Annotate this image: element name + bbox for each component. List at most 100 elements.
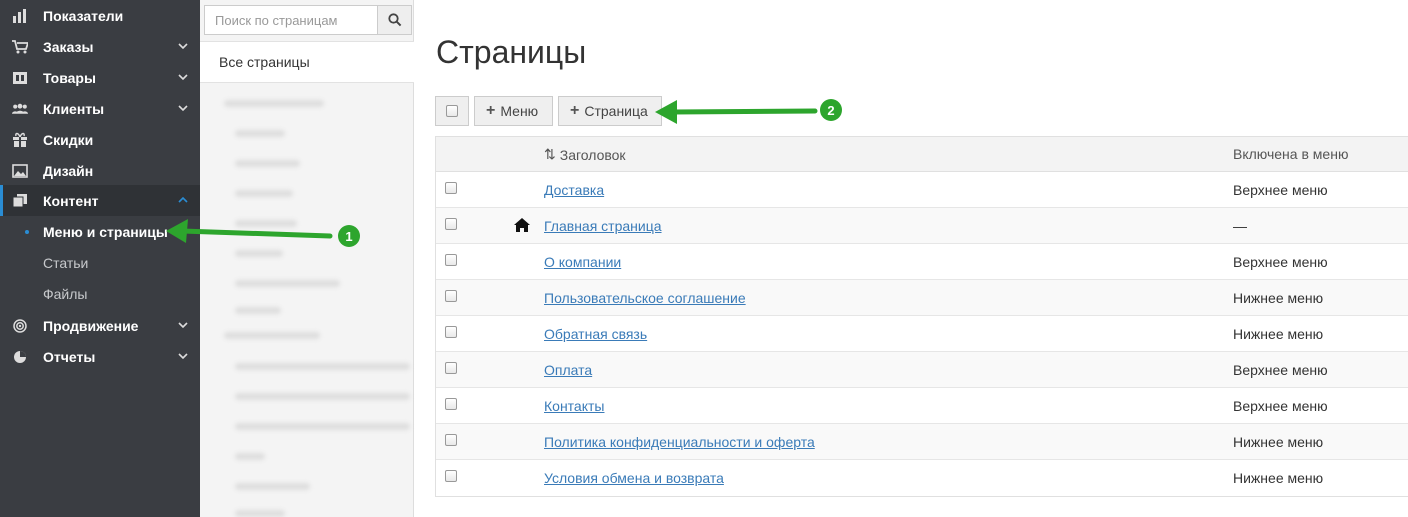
subnav-item-files[interactable]: Файлы <box>0 278 200 309</box>
nav-item-promotion[interactable]: Продвижение <box>0 310 200 341</box>
pages-table: ⇅ Заголовок Включена в меню Доставка Вер… <box>435 136 1408 497</box>
search-button[interactable] <box>378 5 412 35</box>
nav-label: Контент <box>43 192 99 209</box>
page-title: Страницы <box>436 34 587 70</box>
chevron-up-icon <box>178 196 188 203</box>
main-nav: Показатели Заказы Товары Клиенты Скидки … <box>0 0 200 517</box>
nav-item-reports[interactable]: Отчеты <box>0 341 200 372</box>
nav-item-orders[interactable]: Заказы <box>0 31 200 62</box>
nav-label: Дизайн <box>43 162 94 179</box>
subnav-label: Статьи <box>43 254 89 271</box>
page-title-link[interactable]: Контакты <box>544 398 604 414</box>
row-checkbox[interactable] <box>445 182 457 194</box>
page-title-link[interactable]: Доставка <box>544 182 604 198</box>
menu-value: — <box>1233 218 1247 234</box>
nav-item-discounts[interactable]: Скидки <box>0 124 200 155</box>
nav-item-clients[interactable]: Клиенты <box>0 93 200 124</box>
sort-icon: ⇅ <box>544 146 556 162</box>
all-pages-link[interactable]: Все страницы <box>200 41 414 83</box>
plus-icon: + <box>570 102 580 119</box>
table-row: Политика конфиденциальности и оферта Ниж… <box>436 424 1408 460</box>
add-page-button[interactable]: + Страница <box>558 96 662 126</box>
menu-value: Нижнее меню <box>1233 290 1324 306</box>
nav-label: Клиенты <box>43 100 105 117</box>
row-checkbox[interactable] <box>445 434 457 446</box>
row-checkbox[interactable] <box>445 218 457 230</box>
nav-item-products[interactable]: Товары <box>0 62 200 93</box>
page-title-link[interactable]: Условия обмена и возврата <box>544 470 724 486</box>
table-row: Пользовательское соглашение Нижнее меню <box>436 280 1408 316</box>
nav-label: Отчеты <box>43 348 96 365</box>
home-icon <box>514 218 530 232</box>
nav-label: Товары <box>43 69 96 86</box>
gift-icon <box>12 132 28 148</box>
table-row: Условия обмена и возврата Нижнее меню <box>436 460 1408 496</box>
search-input[interactable] <box>204 5 378 35</box>
chevron-down-icon <box>178 322 188 329</box>
chevron-down-icon <box>178 43 188 50</box>
copy-icon <box>12 193 28 209</box>
subnav-label: Файлы <box>43 285 88 302</box>
main-content: Страницы + Меню + Страница ⇅ Заголовок В… <box>415 0 1408 517</box>
target-icon <box>12 318 28 334</box>
pages-sidebar: Все страницы <box>200 0 414 517</box>
row-checkbox[interactable] <box>445 326 457 338</box>
checkbox-icon <box>446 105 458 117</box>
add-menu-label: Меню <box>500 103 539 119</box>
nav-label: Скидки <box>43 131 94 148</box>
active-dot-icon <box>25 230 29 234</box>
page-title-link[interactable]: Главная страница <box>544 218 662 234</box>
row-checkbox[interactable] <box>445 254 457 266</box>
table-row: О компании Верхнее меню <box>436 244 1408 280</box>
nav-label: Показатели <box>43 7 124 24</box>
table-header: ⇅ Заголовок Включена в меню <box>436 136 1408 172</box>
select-all-checkbox[interactable] <box>435 96 469 126</box>
row-checkbox[interactable] <box>445 398 457 410</box>
menu-value: Нижнее меню <box>1233 326 1324 342</box>
bar-chart-icon <box>12 8 28 24</box>
page-title-link[interactable]: Политика конфиденциальности и оферта <box>544 434 815 450</box>
page-title-link[interactable]: О компании <box>544 254 621 270</box>
nav-item-design[interactable]: Дизайн <box>0 155 200 186</box>
row-checkbox[interactable] <box>445 290 457 302</box>
subnav-item-menus-pages[interactable]: Меню и страницы <box>0 216 200 247</box>
add-page-label: Страница <box>584 103 648 119</box>
nav-item-dashboard[interactable]: Показатели <box>0 0 200 31</box>
menu-value: Верхнее меню <box>1233 182 1328 198</box>
page-title-link[interactable]: Пользовательское соглашение <box>544 290 746 306</box>
menu-value: Нижнее меню <box>1233 470 1324 486</box>
chevron-down-icon <box>178 105 188 112</box>
nav-item-content[interactable]: Контент <box>0 185 200 216</box>
add-menu-button[interactable]: + Меню <box>474 96 553 126</box>
chevron-down-icon <box>178 353 188 360</box>
pie-chart-icon <box>12 349 28 365</box>
table-row: Главная страница — <box>436 208 1408 244</box>
chevron-down-icon <box>178 74 188 81</box>
box-icon <box>12 70 28 86</box>
nav-label: Продвижение <box>43 317 139 334</box>
menu-value: Нижнее меню <box>1233 434 1324 450</box>
nav-label: Заказы <box>43 38 94 55</box>
page-title-link[interactable]: Обратная связь <box>544 326 647 342</box>
row-checkbox[interactable] <box>445 470 457 482</box>
title-header-label: Заголовок <box>559 146 626 163</box>
search-icon <box>387 13 401 27</box>
menu-value: Верхнее меню <box>1233 362 1328 378</box>
table-row: Контакты Верхнее меню <box>436 388 1408 424</box>
subnav-item-articles[interactable]: Статьи <box>0 247 200 278</box>
cart-icon <box>12 39 28 55</box>
page-search <box>204 5 412 35</box>
users-icon <box>12 101 28 117</box>
menu-value: Верхнее меню <box>1233 254 1328 270</box>
subnav-label: Меню и страницы <box>43 223 168 240</box>
table-row: Доставка Верхнее меню <box>436 172 1408 208</box>
page-title-link[interactable]: Оплата <box>544 362 592 378</box>
annotation-badge-1: 1 <box>338 225 360 247</box>
menu-value: Верхнее меню <box>1233 398 1328 414</box>
plus-icon: + <box>486 102 496 119</box>
table-row: Обратная связь Нижнее меню <box>436 316 1408 352</box>
row-checkbox[interactable] <box>445 362 457 374</box>
image-icon <box>12 163 28 179</box>
title-column-header[interactable]: ⇅ Заголовок <box>544 146 626 163</box>
menu-column-header: Включена в меню <box>1233 146 1349 162</box>
